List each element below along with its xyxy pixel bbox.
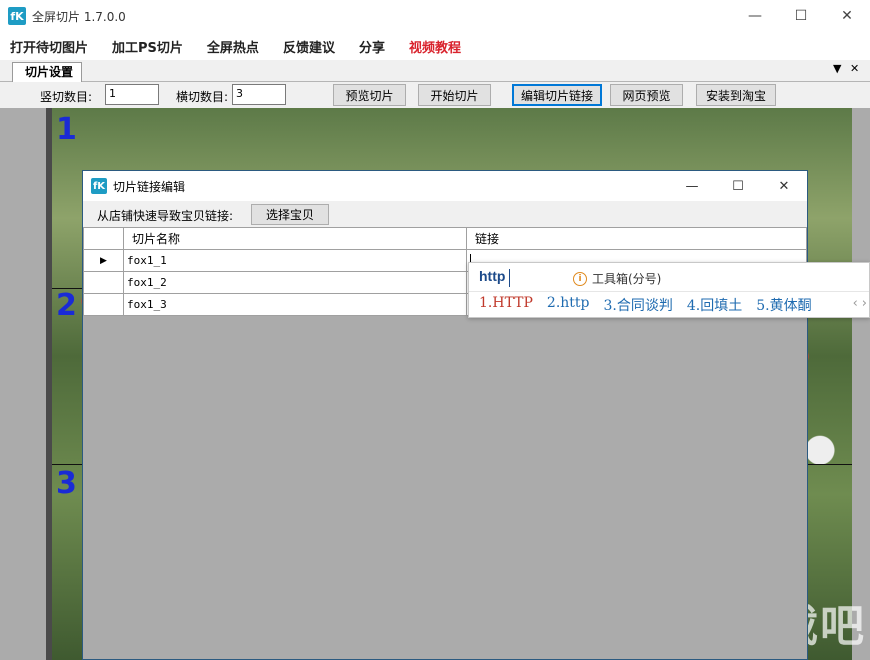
dialog-title-bar: fK 切片链接编辑 — ☐ ✕ [83,171,807,201]
ime-next-page-icon[interactable]: › [862,296,867,311]
horizontal-count-label: 横切数目: [176,90,229,104]
tab-dropdown-icon[interactable]: ▼ [833,62,841,75]
app-title: 全屏切片 1.7.0.0 [32,9,126,24]
column-header-link[interactable]: 链接 [466,227,807,250]
column-header-slice-name[interactable]: 切片名称 [123,227,467,250]
ime-hint-text: 工具箱(分号) [592,272,662,286]
slice-name-cell[interactable]: fox1_2 [123,271,467,294]
row-header-corner [83,227,124,250]
ime-page-nav: ‹ › [849,296,867,311]
ime-candidate[interactable]: 1.HTTP [479,295,533,315]
slice-toolbar: 竖切数目: 1 横切数目: 3 预览切片 开始切片 编辑切片链接 网页预览 安装… [0,82,870,108]
close-button[interactable]: ✕ [824,0,870,32]
vertical-count-input[interactable]: 1 [105,84,159,105]
ime-composition-text: http [479,268,506,284]
dialog-window-controls: — ☐ ✕ [669,171,807,201]
slice-number-3: 3 [56,466,77,501]
ime-prev-page-icon[interactable]: ‹ [853,296,858,311]
menu-open-image[interactable]: 打开待切图片 [8,37,90,56]
dialog-close-button[interactable]: ✕ [761,171,807,201]
tab-strip: 切片设置 ▼ ✕ [0,60,870,82]
window-controls: — ☐ ✕ [732,0,870,32]
slice-number-2: 2 [56,288,77,323]
ime-candidate[interactable]: 4.回填土 [687,295,742,315]
dialog-maximize-button[interactable]: ☐ [715,171,761,201]
info-icon: i [573,271,587,286]
ime-toolbox-hint[interactable]: i 工具箱(分号) [573,270,661,287]
web-preview-button[interactable]: 网页预览 [610,84,683,106]
ime-divider [469,291,869,292]
ime-candidate-list: 1.HTTP 2.http 3.合同谈判 4.回填土 5.黄体酮 [479,295,826,315]
title-bar: fK 全屏切片 1.7.0.0 — ☐ ✕ [0,0,870,32]
app-logo-icon: fK [8,7,26,25]
select-item-button[interactable]: 选择宝贝 [251,204,329,225]
dialog-title: 切片链接编辑 [113,179,186,194]
slice-number-1: 1 [56,112,77,147]
row-marker[interactable] [83,271,124,294]
ime-candidate[interactable]: 5.黄体酮 [756,295,811,315]
menu-process-ps-slices[interactable]: 加工PS切片 [110,37,185,56]
horizontal-count-input[interactable]: 3 [232,84,286,105]
slice-link-editor-dialog: fK 切片链接编辑 — ☐ ✕ 从店铺快速导致宝贝链接: 选择宝贝 切片名称 链… [82,170,808,660]
dialog-minimize-button[interactable]: — [669,171,715,201]
canvas-edge [46,108,52,660]
menu-video-tutorial[interactable]: 视频教程 [407,37,463,56]
ime-candidate[interactable]: 2.http [547,295,590,315]
shop-link-label: 从店铺快速导致宝贝链接: [97,209,234,223]
tab-close-icon[interactable]: ✕ [850,62,859,75]
dialog-toolbar: 从店铺快速导致宝贝链接: 选择宝贝 [83,201,807,227]
preview-slice-button[interactable]: 预览切片 [333,84,406,106]
ime-candidate[interactable]: 3.合同谈判 [604,295,673,315]
menu-feedback[interactable]: 反馈建议 [281,37,337,56]
tab-slice-settings[interactable]: 切片设置 [12,62,83,82]
ime-candidate-window: http i 工具箱(分号) 1.HTTP 2.http 3.合同谈判 4.回填… [468,262,870,318]
menu-fullscreen-hotspot[interactable]: 全屏热点 [205,37,261,56]
table-header-row: 切片名称 链接 [83,227,807,250]
start-slice-button[interactable]: 开始切片 [418,84,491,106]
minimize-button[interactable]: — [732,0,778,32]
edit-slice-links-button[interactable]: 编辑切片链接 [512,84,602,106]
vertical-count-label: 竖切数目: [40,90,93,104]
install-to-taobao-button[interactable]: 安装到淘宝 [696,84,776,106]
dialog-logo-icon: fK [91,178,107,194]
slice-name-cell[interactable]: fox1_1 [123,249,467,272]
slice-name-cell[interactable]: fox1_3 [123,293,467,316]
row-marker[interactable] [83,293,124,316]
ime-cursor [509,269,510,287]
maximize-button[interactable]: ☐ [778,0,824,32]
menu-share[interactable]: 分享 [357,37,387,56]
current-row-marker-icon[interactable]: ▶ [83,249,124,272]
menu-bar: 打开待切图片 加工PS切片 全屏热点 反馈建议 分享 视频教程 [0,32,870,60]
